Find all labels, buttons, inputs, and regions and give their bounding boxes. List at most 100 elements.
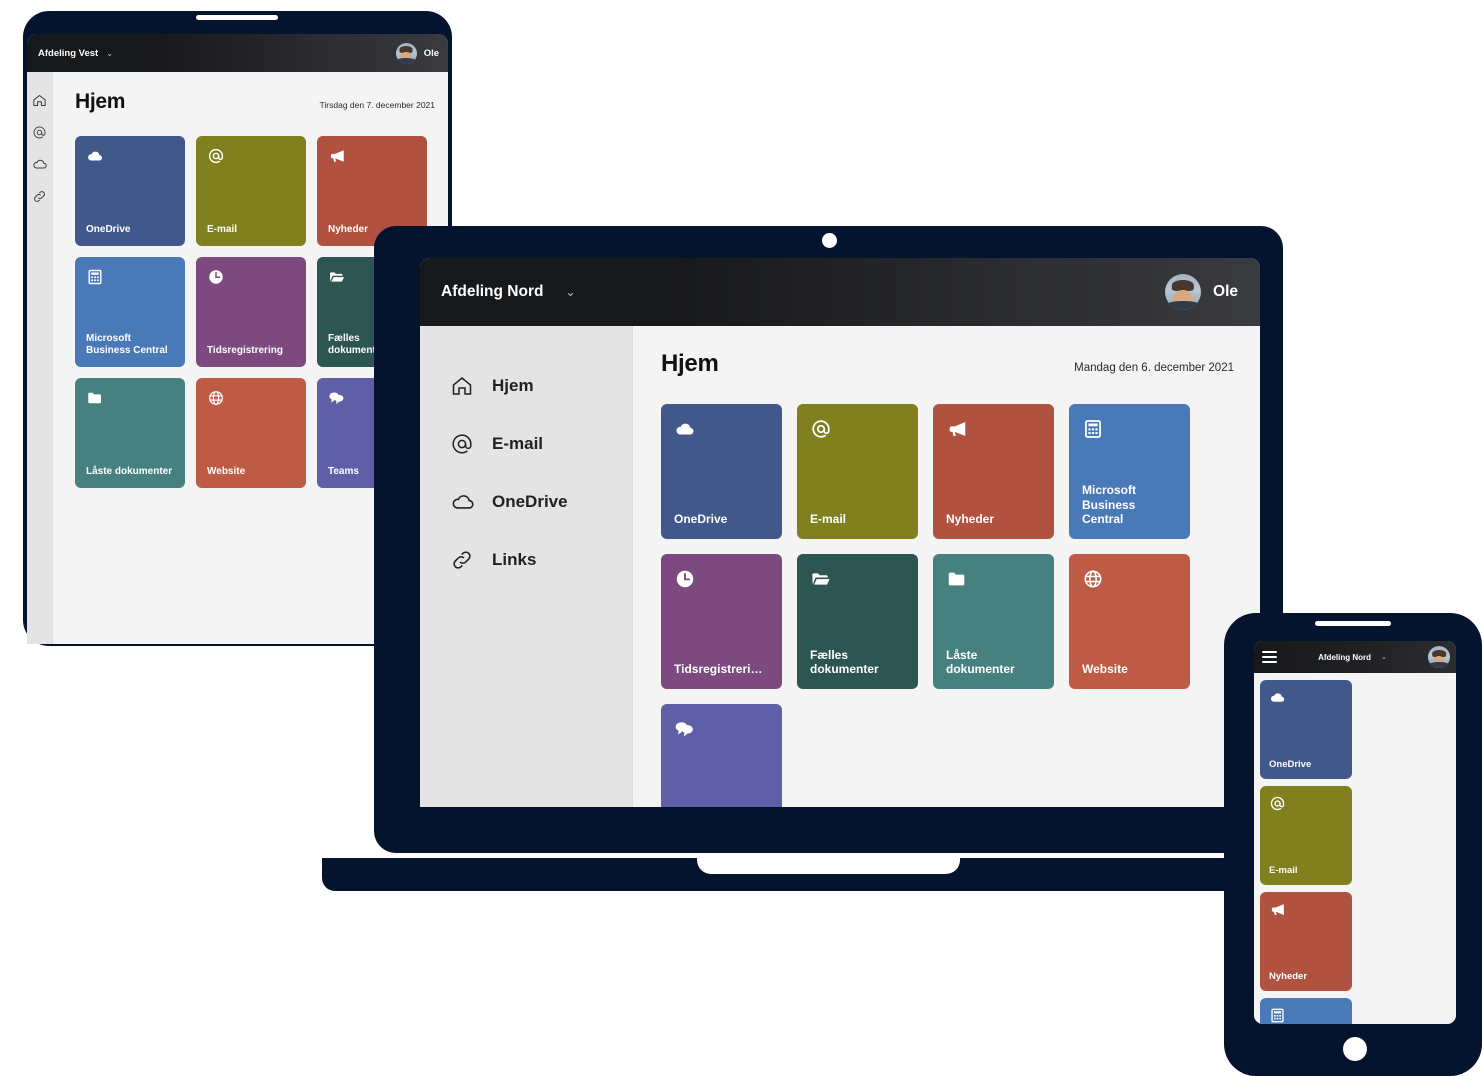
cloud-icon	[1269, 689, 1344, 711]
sidebar-item-hjem[interactable]: Hjem	[420, 357, 632, 415]
phone-home-button[interactable]	[1343, 1037, 1367, 1061]
tile-f-lles-dokumenter[interactable]: Fælles dokumenter	[797, 554, 918, 689]
calculator-icon	[86, 268, 175, 291]
link-icon	[450, 548, 478, 572]
page-title: Hjem	[661, 350, 719, 377]
laptop-sidebar: Hjem E-mail OneDrive Links	[420, 326, 633, 807]
tile-nyheder[interactable]: Nyheder	[1260, 892, 1352, 991]
folder-open-icon	[810, 568, 907, 595]
tile-e-mail[interactable]: E-mail	[1260, 786, 1352, 885]
tile-label: Låste dokumenter	[946, 647, 1015, 677]
chevron-down-icon: ⌄	[565, 285, 576, 299]
tile-nyheder[interactable]: Nyheder	[933, 404, 1054, 539]
sidebar-item-onedrive[interactable]: OneDrive	[420, 473, 632, 531]
tile-label: Nyheder	[1269, 971, 1308, 983]
link-icon	[32, 189, 47, 204]
tile-label: Låste dokumenter	[86, 465, 173, 477]
tile-website[interactable]: Website	[196, 378, 306, 488]
laptop-camera	[822, 233, 837, 248]
globe-icon	[1082, 568, 1179, 595]
avatar	[395, 42, 417, 64]
phone-screen: Afdeling Nord ⌄ OneDrive E-mail Nyheder Mic…	[1254, 641, 1456, 1024]
tile-label: E-mail	[207, 223, 238, 235]
cloud-icon	[450, 489, 478, 515]
tile-label: Website	[207, 465, 246, 477]
tile-microsoft-business-central[interactable]: Microsoft Business Central	[1069, 404, 1190, 539]
phone-speaker	[1315, 621, 1391, 626]
tile-onedrive[interactable]: OneDrive	[661, 404, 782, 539]
at-icon	[207, 147, 296, 170]
tile-label: E-mail	[1269, 865, 1298, 877]
laptop-content-header: Hjem Mandag den 6. december 2021	[661, 350, 1260, 378]
tile-e-mail[interactable]: E-mail	[196, 136, 306, 246]
hamburger-icon[interactable]	[1262, 651, 1277, 663]
chat-icon	[674, 718, 771, 745]
tablet-user-menu[interactable]: Ole	[395, 42, 439, 64]
tile-label: OneDrive	[86, 223, 131, 235]
tile-onedrive[interactable]: OneDrive	[75, 136, 185, 246]
globe-icon	[207, 389, 296, 412]
tile-teams[interactable]: Teams	[661, 704, 782, 807]
folder-icon	[946, 568, 1043, 595]
at-icon	[32, 125, 47, 140]
tile-label: OneDrive	[674, 512, 728, 527]
megaphone-icon	[328, 147, 417, 170]
rail-item-hjem[interactable]	[27, 84, 52, 116]
avatar[interactable]	[1428, 646, 1450, 668]
tile-label: Nyheder	[946, 512, 995, 527]
tablet-department-selector[interactable]: Afdeling Vest ⌄	[38, 48, 113, 59]
tablet-department-name: Afdeling Vest	[38, 47, 99, 59]
rail-item-onedrive[interactable]	[27, 148, 52, 180]
laptop-screen: Afdeling Nord ⌄ Ole Hjem E-mail OneDrive…	[420, 258, 1260, 807]
megaphone-icon	[946, 418, 1043, 445]
avatar	[1165, 274, 1202, 310]
tile-label: Fælles dokumenter	[810, 647, 879, 677]
laptop-content: Hjem Mandag den 6. december 2021 OneDriv…	[633, 326, 1260, 807]
laptop-department-name: Afdeling Nord	[441, 283, 544, 300]
page-title: Hjem	[75, 90, 126, 113]
home-icon	[450, 374, 478, 398]
tile-label: Microsoft Business Central	[1082, 483, 1136, 527]
tile-l-ste-dokumenter[interactable]: Låste dokumenter	[933, 554, 1054, 689]
sidebar-label-onedrive: OneDrive	[492, 492, 568, 511]
tile-website[interactable]: Website	[1069, 554, 1190, 689]
cloud-icon	[32, 156, 48, 172]
chevron-down-icon: ⌄	[106, 48, 113, 58]
tile-tidsregistreri[interactable]: Tidsregistreri…	[661, 554, 782, 689]
phone-tile-grid: OneDrive E-mail Nyheder Microsoft Business …	[1260, 680, 1450, 1024]
phone-content: OneDrive E-mail Nyheder Microsoft Business …	[1254, 673, 1456, 1024]
laptop-tile-grid: OneDrive E-mail Nyheder Microsoft Business …	[661, 404, 1260, 807]
tablet-content-header: Hjem Tirsdag den 7. december 2021	[75, 90, 448, 114]
at-icon	[450, 432, 478, 456]
tile-label: Website	[1082, 662, 1128, 677]
clock-icon	[207, 268, 296, 291]
laptop-workspace: Hjem E-mail OneDrive Links Hjem Mandag d…	[420, 326, 1260, 807]
tablet-home-button[interactable]	[205, 657, 224, 676]
tablet-user-name: Ole	[423, 47, 439, 59]
tile-onedrive[interactable]: OneDrive	[1260, 680, 1352, 779]
phone-department-selector[interactable]: Afdeling Nord ⌄	[1277, 653, 1428, 662]
tile-l-ste-dokumenter[interactable]: Låste dokumenter	[75, 378, 185, 488]
cloud-icon	[674, 418, 771, 445]
tile-e-mail[interactable]: E-mail	[797, 404, 918, 539]
clock-icon	[674, 568, 771, 595]
tablet-camera-speaker	[196, 15, 278, 20]
folder-icon	[86, 389, 175, 412]
tile-label: Tidsregistrering	[207, 344, 283, 356]
rail-item-links[interactable]	[27, 180, 52, 212]
tablet-icon-rail	[27, 72, 53, 644]
at-icon	[810, 418, 907, 445]
tile-tidsregistrering[interactable]: Tidsregistrering	[196, 257, 306, 367]
laptop-department-selector[interactable]: Afdeling Nord ⌄	[441, 283, 576, 301]
tile-microsoft-business-central[interactable]: Microsoft Business Central	[1260, 998, 1352, 1024]
rail-item-email[interactable]	[27, 116, 52, 148]
sidebar-item-email[interactable]: E-mail	[420, 415, 632, 473]
page-date: Mandag den 6. december 2021	[1074, 362, 1234, 374]
sidebar-item-links[interactable]: Links	[420, 531, 632, 589]
tile-label: Microsoft Business Central	[86, 332, 168, 356]
tile-label: Tidsregistreri…	[674, 662, 763, 677]
laptop-user-menu[interactable]: Ole	[1165, 274, 1238, 310]
chevron-down-icon: ⌄	[1381, 654, 1387, 661]
tile-label: E-mail	[810, 512, 847, 527]
tile-microsoft-business-central[interactable]: Microsoft Business Central	[75, 257, 185, 367]
